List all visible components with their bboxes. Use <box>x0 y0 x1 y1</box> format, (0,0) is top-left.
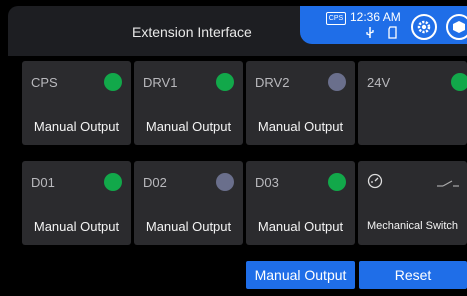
tile-label: DRV1 <box>143 75 178 90</box>
tile-d03[interactable]: D03 Manual Output <box>246 161 355 245</box>
usb-icon <box>365 26 375 44</box>
reset-button[interactable]: Reset <box>359 261 467 289</box>
manual-output-label: Manual Output <box>257 119 344 134</box>
tile-mechanical-switch[interactable]: Mechanical Switch <box>358 161 467 245</box>
manual-output-button[interactable]: Manual Output <box>246 261 355 289</box>
gear-icon <box>416 19 432 40</box>
mechanical-switch-label: Mechanical Switch <box>366 220 459 232</box>
tile-label: DRV2 <box>255 75 290 90</box>
status-dot-icon <box>104 73 122 91</box>
status-dot-icon <box>328 73 346 91</box>
sd-card-icon <box>387 26 398 44</box>
status-dot-icon <box>104 173 122 191</box>
manual-output-label: Manual Output <box>33 119 120 134</box>
manual-output-label: Manual Output <box>145 219 232 234</box>
cube-icon <box>451 19 467 38</box>
cps-badge: CPS <box>326 12 346 25</box>
cube-button[interactable] <box>446 14 467 40</box>
clock: 12:36 AM <box>350 10 401 24</box>
page-title: Extension Interface <box>132 24 252 40</box>
manual-output-label: Manual Output <box>257 219 344 234</box>
tile-label: D01 <box>31 175 55 190</box>
manual-output-label: Manual Output <box>33 219 120 234</box>
tile-drv1[interactable]: DRV1 Manual Output <box>134 61 243 145</box>
tile-label: D03 <box>255 175 279 190</box>
settings-button[interactable] <box>411 14 437 40</box>
switch-icon <box>437 176 459 194</box>
tile-d02[interactable]: D02 Manual Output <box>134 161 243 245</box>
manual-output-label: Manual Output <box>145 119 232 134</box>
tile-label: D02 <box>143 175 167 190</box>
tile-label: 24V <box>367 75 391 90</box>
tile-d01[interactable]: D01 Manual Output <box>22 161 131 245</box>
gauge-icon <box>367 173 383 194</box>
status-dot-icon <box>216 73 234 91</box>
status-dot-icon <box>451 73 467 91</box>
tile-label: CPS <box>31 75 58 90</box>
status-dot-icon <box>328 173 346 191</box>
status-dot-icon <box>216 173 234 191</box>
tile-cps[interactable]: CPS Manual Output <box>22 61 131 145</box>
tile-drv2[interactable]: DRV2 Manual Output <box>246 61 355 145</box>
tile-24v[interactable]: 24V <box>358 61 467 145</box>
